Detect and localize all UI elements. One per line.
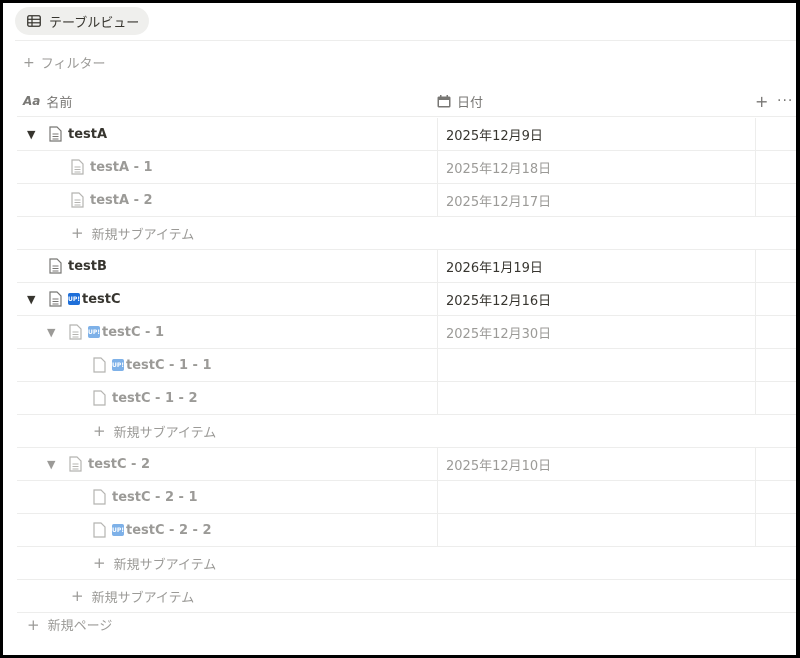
table-row[interactable]: testA - 2 2025年12月17日 <box>17 184 796 217</box>
table-header: Aa 名前 日付 + ··· <box>17 85 796 117</box>
up-badge-icon: UP! <box>68 293 80 305</box>
plus-icon: + <box>23 54 35 71</box>
calendar-icon <box>437 94 451 107</box>
triangle-down-icon[interactable]: ▼ <box>27 293 39 306</box>
triangle-down-icon[interactable]: ▼ <box>47 458 59 471</box>
table-body: ▼ testA 2025年12月9日 testA - 1 2025年12月18日… <box>17 118 796 613</box>
table-row[interactable]: ▼ UP! testC 2025年12月16日 <box>17 283 796 316</box>
table-row[interactable]: testB 2026年1月19日 <box>17 250 796 283</box>
row-title[interactable]: testA - 1 <box>90 160 153 175</box>
plus-icon: + <box>93 554 106 572</box>
new-sub-item-label: 新規サブアイテム <box>113 557 217 573</box>
date-cell[interactable]: 2025年12月16日 <box>437 283 755 315</box>
name-column-label: 名前 <box>46 95 73 111</box>
empty-cell <box>755 448 796 480</box>
add-filter-button[interactable]: + フィルター <box>23 53 106 73</box>
up-badge-icon: UP! <box>112 524 124 536</box>
document-icon <box>93 522 106 538</box>
row-title[interactable]: testC - 1 - 1 <box>126 358 212 373</box>
table-row[interactable]: testC - 2 - 1 <box>17 481 796 514</box>
date-cell[interactable]: 2026年1月19日 <box>437 250 755 282</box>
date-column-header[interactable]: 日付 <box>437 85 483 117</box>
table-row[interactable]: testC - 1 - 2 <box>17 382 796 415</box>
table-row[interactable]: ▼ testA 2025年12月9日 <box>17 118 796 151</box>
new-sub-item-button[interactable]: + 新規サブアイテム <box>17 415 796 448</box>
triangle-down-icon[interactable]: ▼ <box>47 326 59 339</box>
row-title[interactable]: testC - 2 - 2 <box>126 523 212 538</box>
plus-icon: + <box>71 587 84 605</box>
date-cell[interactable]: 2025年12月17日 <box>437 184 755 216</box>
row-title[interactable]: testA <box>68 127 107 142</box>
empty-cell <box>755 316 796 348</box>
date-cell[interactable] <box>437 382 755 414</box>
row-title[interactable]: testC - 2 <box>88 457 150 472</box>
new-sub-item-label: 新規サブアイテム <box>91 227 195 243</box>
table-view-label: テーブルビュー <box>49 15 140 31</box>
empty-cell <box>755 382 796 414</box>
date-cell[interactable] <box>437 481 755 513</box>
document-icon <box>49 291 62 307</box>
table-row[interactable]: ▼ UP! testC - 1 2025年12月30日 <box>17 316 796 349</box>
empty-cell <box>755 514 796 546</box>
database-view: テーブルビュー + フィルター Aa 名前 日付 + ··· ▼ testA 2… <box>3 3 796 655</box>
new-sub-item-button[interactable]: + 新規サブアイテム <box>17 547 796 580</box>
filter-label: フィルター <box>40 57 106 72</box>
empty-cell <box>755 250 796 282</box>
row-title[interactable]: testC <box>82 292 121 307</box>
row-title[interactable]: testB <box>68 259 107 274</box>
document-icon <box>49 258 62 274</box>
table-row[interactable]: ▼ testC - 2 2025年12月10日 <box>17 448 796 481</box>
row-title[interactable]: testC - 2 - 1 <box>112 490 198 505</box>
plus-icon: + <box>71 224 84 242</box>
new-sub-item-button[interactable]: + 新規サブアイテム <box>17 217 796 250</box>
more-options-button[interactable]: ··· <box>777 85 793 117</box>
row-title[interactable]: testA - 2 <box>90 193 153 208</box>
document-icon <box>93 357 106 373</box>
document-icon <box>93 390 106 406</box>
empty-cell <box>755 481 796 513</box>
date-cell[interactable]: 2025年12月9日 <box>437 118 755 150</box>
table-view-tab[interactable]: テーブルビュー <box>15 7 149 35</box>
date-cell[interactable]: 2025年12月18日 <box>437 151 755 183</box>
document-icon <box>69 324 82 340</box>
document-icon <box>49 126 62 142</box>
row-title[interactable]: testC - 1 - 2 <box>112 391 198 406</box>
document-icon <box>71 192 84 208</box>
table-row[interactable]: UP! testC - 2 - 2 <box>17 514 796 547</box>
table-icon <box>27 15 41 27</box>
plus-icon: + <box>93 422 106 440</box>
name-column-header[interactable]: Aa 名前 <box>23 85 72 117</box>
empty-cell <box>755 118 796 150</box>
new-page-button[interactable]: + 新規ページ <box>27 615 113 635</box>
new-sub-item-label: 新規サブアイテム <box>91 590 195 606</box>
new-sub-item-label: 新規サブアイテム <box>113 425 217 441</box>
up-badge-icon: UP! <box>88 326 100 338</box>
divider <box>15 40 796 41</box>
empty-cell <box>755 349 796 381</box>
empty-cell <box>755 151 796 183</box>
date-cell[interactable] <box>437 349 755 381</box>
empty-cell <box>755 283 796 315</box>
date-cell[interactable]: 2025年12月30日 <box>437 316 755 348</box>
date-cell[interactable]: 2025年12月10日 <box>437 448 755 480</box>
row-title[interactable]: testC - 1 <box>102 325 164 340</box>
table-row[interactable]: testA - 1 2025年12月18日 <box>17 151 796 184</box>
table-row[interactable]: UP! testC - 1 - 1 <box>17 349 796 382</box>
new-page-label: 新規ページ <box>47 619 113 634</box>
up-badge-icon: UP! <box>112 359 124 371</box>
add-property-button[interactable]: + <box>755 85 768 117</box>
document-icon <box>93 489 106 505</box>
date-cell[interactable] <box>437 514 755 546</box>
plus-icon: + <box>27 615 40 634</box>
empty-cell <box>755 184 796 216</box>
document-icon <box>69 456 82 472</box>
text-property-icon: Aa <box>23 94 41 108</box>
document-icon <box>71 159 84 175</box>
new-sub-item-button[interactable]: + 新規サブアイテム <box>17 580 796 613</box>
date-column-label: 日付 <box>457 95 484 111</box>
triangle-down-icon[interactable]: ▼ <box>27 128 39 141</box>
